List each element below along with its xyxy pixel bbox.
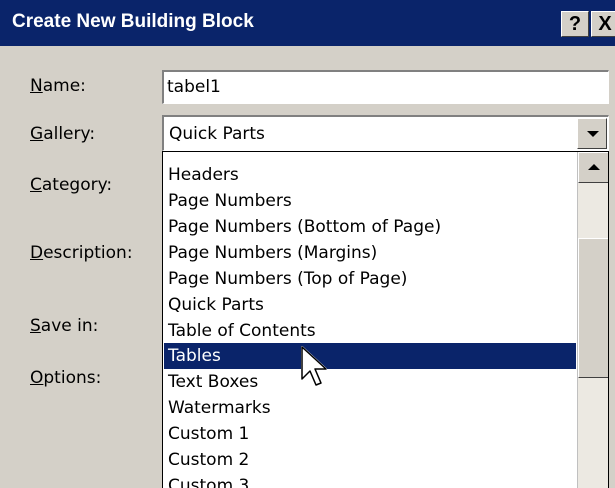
close-button[interactable]: X — [591, 11, 615, 37]
category-label-text: ategory: — [41, 175, 113, 195]
list-item[interactable]: Headers — [164, 162, 576, 188]
name-label-text: ame: — [42, 76, 86, 96]
name-label-access-key: N — [30, 76, 43, 96]
options-label: Options: — [30, 368, 101, 388]
title-bar[interactable]: Create New Building Block ? X — [0, 0, 615, 46]
dialog-title: Create New Building Block — [12, 11, 254, 32]
list-item[interactable]: Quick Parts — [164, 292, 576, 318]
gallery-label: Gallery: — [30, 124, 95, 144]
chevron-down-icon — [587, 131, 599, 137]
list-item[interactable]: Page Numbers — [164, 188, 576, 214]
list-item[interactable]: Page Numbers (Bottom of Page) — [164, 214, 576, 240]
help-button[interactable]: ? — [561, 11, 589, 37]
scrollbar-thumb[interactable] — [578, 238, 608, 378]
gallery-selected-value: Quick Parts — [169, 124, 265, 144]
options-label-text: ptions: — [43, 368, 102, 388]
description-label-text: escription: — [43, 243, 133, 263]
gallery-label-access-key: G — [30, 124, 44, 144]
gallery-dropdown-button[interactable] — [577, 118, 607, 149]
gallery-dropdown-list[interactable]: Headers Page Numbers Page Numbers (Botto… — [162, 151, 609, 488]
create-building-block-dialog: Create New Building Block ? X Name: tabe… — [0, 0, 615, 488]
list-item[interactable]: Page Numbers (Margins) — [164, 240, 576, 266]
save-in-label-text: ave in: — [40, 316, 99, 336]
scroll-up-button[interactable] — [578, 152, 608, 183]
list-item[interactable]: Page Numbers (Top of Page) — [164, 266, 576, 292]
name-input[interactable]: tabel1 — [162, 70, 609, 104]
scroll-up-icon — [588, 164, 600, 170]
description-label: Description: — [30, 243, 133, 263]
list-item-selected[interactable]: Tables — [164, 343, 576, 369]
mouse-pointer-icon — [301, 346, 327, 386]
list-item[interactable]: Custom 3 — [164, 473, 576, 488]
save-in-label: Save in: — [30, 316, 98, 336]
category-label: Category: — [30, 175, 112, 195]
dropdown-scrollbar[interactable] — [577, 152, 608, 488]
list-item[interactable]: Text Boxes — [164, 369, 576, 395]
gallery-label-text: allery: — [43, 124, 96, 144]
list-item[interactable]: Custom 2 — [164, 447, 576, 473]
list-item[interactable]: Table of Contents — [164, 318, 576, 344]
list-item[interactable]: Watermarks — [164, 395, 576, 421]
list-item[interactable]: Custom 1 — [164, 421, 576, 447]
save-in-label-access-key: S — [30, 316, 41, 336]
description-label-access-key: D — [30, 243, 44, 263]
options-label-access-key: O — [30, 368, 44, 388]
name-label: Name: — [30, 76, 86, 96]
category-label-access-key: C — [30, 175, 42, 195]
gallery-combobox[interactable]: Quick Parts — [162, 115, 609, 151]
